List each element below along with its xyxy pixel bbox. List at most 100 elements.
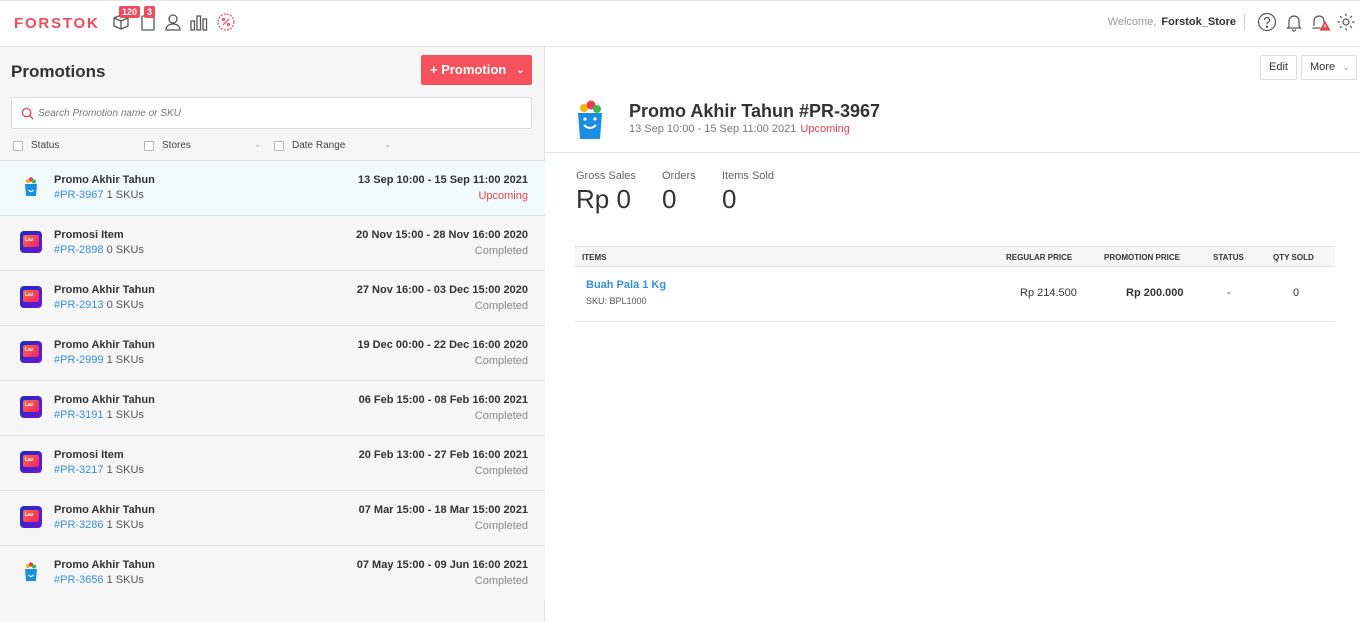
promotion-dates: 20 Nov 15:00 - 28 Nov 16:00 2020 xyxy=(356,229,528,241)
promotion-meta: #PR-3191 1 SKUs xyxy=(54,409,144,421)
document-icon[interactable]: 3 xyxy=(138,6,158,32)
blibli-logo-icon xyxy=(20,176,42,198)
username[interactable]: Forstok_Store xyxy=(1161,16,1236,28)
page-title: Promotions xyxy=(11,62,106,81)
forstok-logo[interactable]: FORSTOK xyxy=(14,15,100,32)
promotions-list-panel: Promotions + Promotion ⌄ Status Stores ⌄… xyxy=(0,47,545,622)
bar-chart-icon[interactable] xyxy=(189,12,209,32)
promotion-status: Completed xyxy=(474,575,528,587)
promotion-list-item[interactable]: Laz Promo Akhir Tahun #PR-3191 1 SKUs 06 Fe… xyxy=(0,380,545,435)
stores-checkbox[interactable] xyxy=(144,141,154,151)
orders-stat: Orders 0 xyxy=(662,170,696,215)
promotion-list-item[interactable]: Promo Akhir Tahun #PR-3656 1 SKUs 07 May 1… xyxy=(0,545,545,600)
chevron-down-icon: ⌄ xyxy=(515,64,525,76)
promotion-status: Completed xyxy=(474,300,528,312)
promotion-dates: 06 Feb 15:00 - 08 Feb 16:00 2021 xyxy=(358,394,528,406)
filter-date-range[interactable]: Date Range ⌄ xyxy=(274,139,399,155)
promotion-code[interactable]: #PR-3217 xyxy=(54,464,104,476)
chevron-down-icon: ⌄ xyxy=(254,139,262,149)
promotion-meta: #PR-3286 1 SKUs xyxy=(54,519,144,531)
promotion-list-item[interactable]: Laz Promo Akhir Tahun #PR-3286 1 SKUs 07 Ma… xyxy=(0,490,545,545)
blibli-logo xyxy=(578,100,602,139)
top-bar: FORSTOK 120 3 Welcome, Forstok_Store xyxy=(0,0,1360,47)
promotion-dates: 13 Sep 10:00 - 15 Sep 11:00 2021 xyxy=(357,174,528,186)
promotion-code[interactable]: #PR-3967 xyxy=(54,189,104,201)
bell-icon[interactable] xyxy=(1284,12,1304,32)
filter-bar: Status Stores ⌄ Date Range ⌄ xyxy=(0,135,545,159)
alert-bell-icon[interactable] xyxy=(1310,12,1330,32)
column-header: REGULAR PRICE xyxy=(1006,253,1073,262)
promotion-name: Promosi Item xyxy=(54,449,124,461)
promotion-price: Rp 200.000 xyxy=(1126,287,1184,299)
more-label: More xyxy=(1310,61,1336,73)
promotion-list-item[interactable]: Laz Promosi Item #PR-2898 0 SKUs 20 Nov 15:… xyxy=(0,215,545,270)
promotion-dates: 07 Mar 15:00 - 18 Mar 15:00 2021 xyxy=(358,504,528,516)
detail-date-range: 13 Sep 10:00 - 15 Sep 11:00 2021 xyxy=(629,123,797,135)
blibli-logo-icon xyxy=(20,561,42,583)
stat-label: Orders xyxy=(662,170,696,182)
promotion-list-item[interactable]: Laz Promo Akhir Tahun #PR-2913 0 SKUs 27 No… xyxy=(0,270,545,325)
more-button[interactable]: More ⌄ xyxy=(1301,55,1357,80)
column-header: ITEMS xyxy=(582,253,607,262)
sku-count: 1 SKUs xyxy=(106,189,144,201)
user-icon[interactable] xyxy=(163,12,183,32)
box-icon[interactable]: 120 xyxy=(111,6,141,32)
table-header: ITEMS REGULAR PRICE PROMOTION PRICE STAT… xyxy=(575,246,1335,267)
promotion-code[interactable]: #PR-3286 xyxy=(54,519,104,531)
promotion-detail-panel: Edit More ⌄ Promo Akhir Tahun #PR-3967 1… xyxy=(545,47,1360,622)
promotion-code[interactable]: #PR-2913 xyxy=(54,299,104,311)
promotion-meta: #PR-3967 1 SKUs xyxy=(54,189,144,201)
items-sold-stat: Items Sold 0 xyxy=(722,170,774,215)
promotion-list-item[interactable]: Promo Akhir Tahun #PR-3967 1 SKUs 13 Sep 1… xyxy=(0,160,545,215)
promotion-meta: #PR-3656 1 SKUs xyxy=(54,574,144,586)
promotion-code[interactable]: #PR-2999 xyxy=(54,354,104,366)
promotion-name: Promosi Item xyxy=(54,229,124,241)
divider xyxy=(545,152,1360,153)
edit-button[interactable]: Edit xyxy=(1260,55,1297,80)
search-input[interactable] xyxy=(38,98,518,128)
promotion-name: Promo Akhir Tahun xyxy=(54,504,155,516)
sku-count: 1 SKUs xyxy=(106,409,144,421)
promotion-code[interactable]: #PR-3656 xyxy=(54,574,104,586)
promotion-list-item[interactable]: Laz Promo Akhir Tahun #PR-2999 1 SKUs 19 De… xyxy=(0,325,545,380)
filter-status[interactable]: Status xyxy=(13,139,128,155)
promotion-code[interactable]: #PR-3191 xyxy=(54,409,104,421)
box-badge: 120 xyxy=(119,6,141,18)
welcome-text: Welcome, Forstok_Store xyxy=(1107,16,1236,28)
promotion-name: Promo Akhir Tahun xyxy=(54,559,155,571)
promotion-name: Promo Akhir Tahun xyxy=(54,394,155,406)
promotion-meta: #PR-2913 0 SKUs xyxy=(54,299,144,311)
add-promotion-label: + Promotion xyxy=(430,62,507,77)
date-range-checkbox[interactable] xyxy=(274,141,284,151)
promotion-dates: 19 Dec 00:00 - 22 Dec 16:00 2020 xyxy=(357,339,528,351)
promotion-name: Promo Akhir Tahun xyxy=(54,284,155,296)
promotion-list-item[interactable]: Laz Promosi Item #PR-3217 1 SKUs 20 Feb 13:… xyxy=(0,435,545,490)
document-badge: 3 xyxy=(144,6,156,18)
lazada-logo-icon: Laz xyxy=(20,451,42,473)
settings-icon[interactable] xyxy=(1336,12,1356,32)
table-row: Buah Pala 1 Kg SKU: BPL1000 Rp 214.500 R… xyxy=(575,267,1335,322)
promotion-dates: 07 May 15:00 - 09 Jun 16:00 2021 xyxy=(356,559,528,571)
promotion-status: Upcoming xyxy=(478,190,528,202)
promotion-code[interactable]: #PR-2898 xyxy=(54,244,104,256)
column-header: QTY SOLD xyxy=(1273,253,1314,262)
filter-stores[interactable]: Stores ⌄ xyxy=(144,139,264,155)
sku-count: 1 SKUs xyxy=(106,574,144,586)
promotion-meta: #PR-2999 1 SKUs xyxy=(54,354,144,366)
chevron-down-icon: ⌄ xyxy=(1342,62,1350,72)
promotion-icon[interactable] xyxy=(216,12,236,32)
add-promotion-button[interactable]: + Promotion ⌄ xyxy=(421,55,532,85)
search-box xyxy=(11,97,532,129)
column-header: STATUS xyxy=(1213,253,1244,262)
status-checkbox[interactable] xyxy=(13,141,23,151)
lazada-logo-icon: Laz xyxy=(20,506,42,528)
promotion-meta: #PR-2898 0 SKUs xyxy=(54,244,144,256)
filter-label: Stores xyxy=(162,140,191,151)
qty-sold: 0 xyxy=(1293,287,1300,299)
column-header: PROMOTION PRICE xyxy=(1104,253,1181,262)
sku-count: 1 SKUs xyxy=(106,354,144,366)
lazada-logo-icon: Laz xyxy=(20,341,42,363)
stat-value: 0 xyxy=(662,184,677,214)
help-icon[interactable] xyxy=(1257,12,1277,32)
item-name-link[interactable]: Buah Pala 1 Kg xyxy=(586,279,666,291)
